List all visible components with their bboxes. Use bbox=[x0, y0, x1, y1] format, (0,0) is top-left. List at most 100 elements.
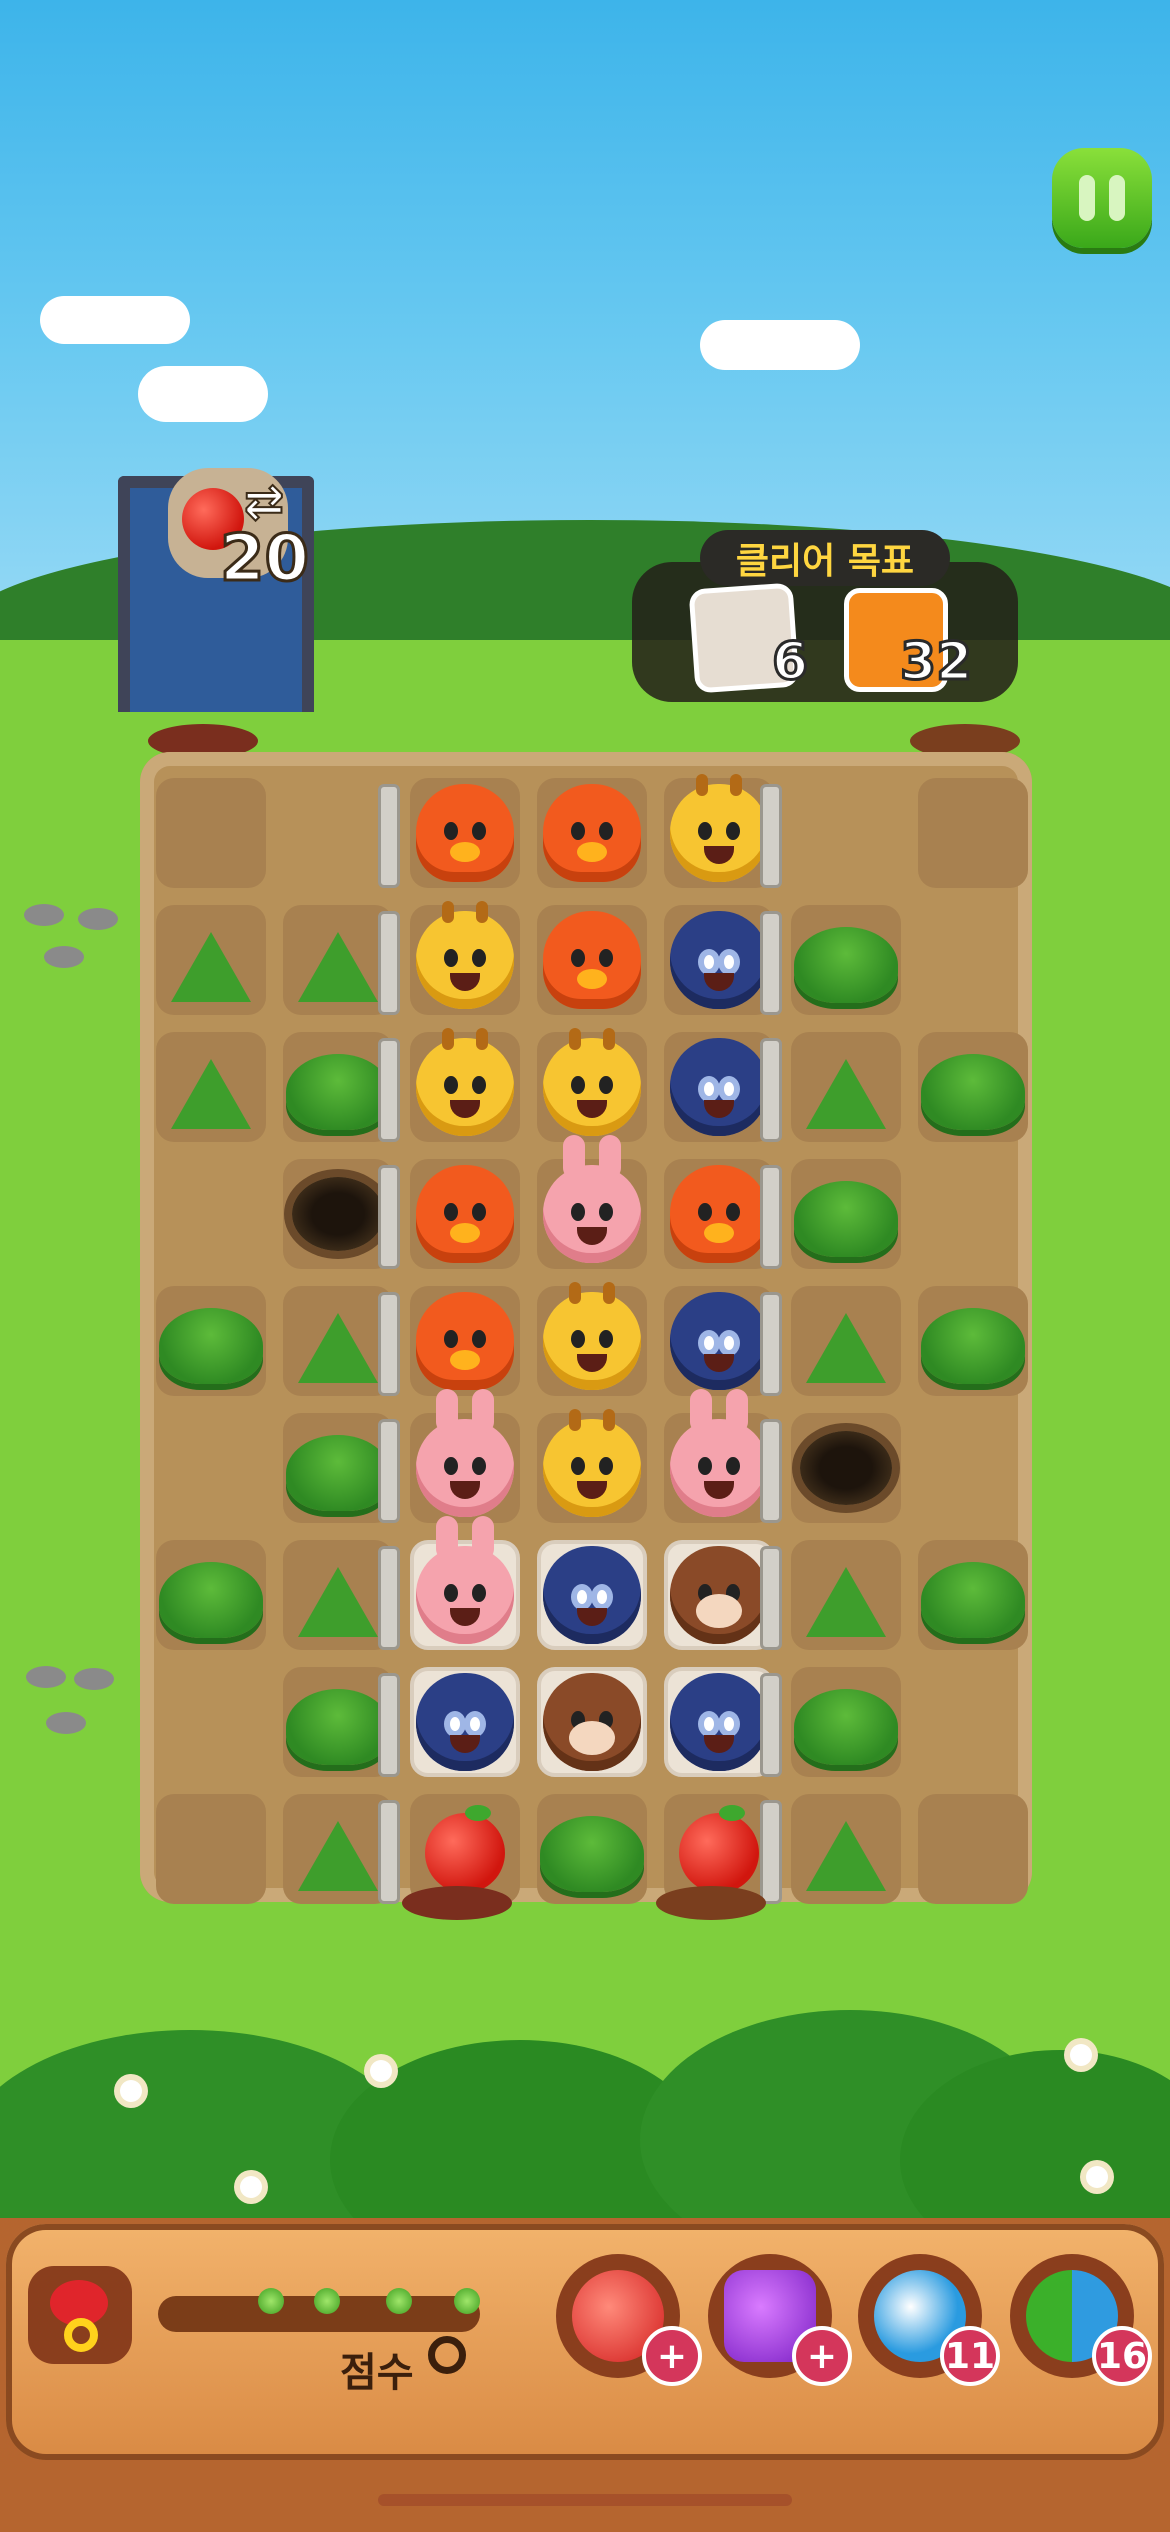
flower bbox=[120, 2080, 142, 2102]
board-tile[interactable] bbox=[537, 1667, 647, 1777]
progress-star bbox=[314, 2288, 340, 2314]
fence-post bbox=[378, 1419, 400, 1523]
board-tile bbox=[156, 1032, 266, 1142]
board-tile[interactable] bbox=[410, 1159, 520, 1269]
grass-tuft-icon bbox=[806, 1059, 886, 1129]
fruit-badge bbox=[28, 2266, 132, 2364]
fence-post bbox=[378, 1292, 400, 1396]
flower bbox=[1070, 2044, 1092, 2066]
board-tile bbox=[283, 1413, 393, 1523]
fence-post bbox=[760, 1546, 782, 1650]
board-tile[interactable] bbox=[410, 1516, 520, 1650]
board-tile[interactable] bbox=[664, 905, 774, 1015]
board-tile[interactable] bbox=[537, 1135, 647, 1269]
board-tile[interactable] bbox=[410, 1389, 520, 1523]
grass-tuft-icon bbox=[806, 1821, 886, 1891]
chicken-icon bbox=[416, 1292, 514, 1390]
giraffe-icon bbox=[416, 901, 514, 1009]
board-tile bbox=[156, 905, 266, 1015]
giraffe-icon bbox=[543, 1282, 641, 1390]
fence-post bbox=[378, 1038, 400, 1142]
board-tile[interactable] bbox=[664, 1159, 774, 1269]
grass-tuft-icon bbox=[806, 1567, 886, 1637]
pause-icon bbox=[1109, 175, 1125, 221]
rock bbox=[46, 1712, 86, 1734]
board-tile[interactable] bbox=[410, 1286, 520, 1396]
board-tile bbox=[283, 1159, 393, 1269]
grass-tuft-icon bbox=[298, 1313, 378, 1383]
board-tile[interactable] bbox=[537, 1028, 647, 1142]
board-tile[interactable] bbox=[664, 1286, 774, 1396]
board-tile[interactable] bbox=[537, 1540, 647, 1650]
board-tile bbox=[918, 1032, 1028, 1142]
chicken-icon bbox=[670, 1165, 768, 1263]
flower bbox=[370, 2060, 392, 2082]
board-tile bbox=[918, 1286, 1028, 1396]
goal-count-stone: 6 bbox=[770, 631, 809, 694]
board-tile bbox=[283, 1794, 393, 1904]
board-tile[interactable] bbox=[410, 1028, 520, 1142]
pause-icon bbox=[1079, 175, 1095, 221]
board-tile[interactable] bbox=[537, 1409, 647, 1523]
hammer-add-badge[interactable]: + bbox=[642, 2326, 702, 2386]
giraffe-icon bbox=[670, 774, 768, 882]
rock bbox=[24, 904, 64, 926]
board-tile bbox=[791, 1413, 901, 1523]
board-tile[interactable] bbox=[664, 1389, 774, 1523]
fence-post bbox=[760, 784, 782, 888]
board-tile[interactable] bbox=[664, 774, 774, 888]
board-tile[interactable] bbox=[537, 778, 647, 888]
bush-icon bbox=[921, 1562, 1025, 1638]
pause-button[interactable] bbox=[1052, 148, 1152, 248]
exit-pipe bbox=[402, 1886, 512, 1920]
hole-icon bbox=[292, 1177, 384, 1251]
wolf-icon bbox=[670, 1292, 768, 1390]
board-tile bbox=[156, 1540, 266, 1650]
board-tile bbox=[283, 1032, 393, 1142]
bush-icon bbox=[794, 927, 898, 1003]
board-tile bbox=[791, 905, 901, 1015]
fence-post bbox=[378, 784, 400, 888]
magic-hammer-add-badge[interactable]: + bbox=[792, 2326, 852, 2386]
board-tile[interactable] bbox=[410, 778, 520, 888]
board-tile[interactable] bbox=[537, 905, 647, 1015]
board-cell bbox=[156, 1794, 266, 1904]
rabbit-icon bbox=[543, 1135, 641, 1263]
board-tile bbox=[791, 1286, 901, 1396]
progress-star bbox=[386, 2288, 412, 2314]
swap-count: 16 bbox=[1092, 2326, 1152, 2386]
rock bbox=[74, 1668, 114, 1690]
score-progress-bar bbox=[158, 2288, 480, 2332]
board-tile[interactable] bbox=[664, 1032, 774, 1142]
board-tile bbox=[283, 1286, 393, 1396]
score-value bbox=[428, 2336, 466, 2374]
grass-tuft-icon bbox=[298, 1567, 378, 1637]
board-tile[interactable] bbox=[664, 1667, 774, 1777]
board-tile[interactable] bbox=[410, 901, 520, 1015]
fence-post bbox=[378, 911, 400, 1015]
shuffle-ball-count: 11 bbox=[940, 2326, 1000, 2386]
moves-counter: 20 bbox=[218, 521, 310, 598]
bush-icon bbox=[159, 1308, 263, 1384]
goal-title: 클리어 목표 bbox=[700, 530, 950, 586]
cloud bbox=[700, 320, 860, 370]
board-tile[interactable] bbox=[664, 1540, 774, 1650]
board-tile[interactable] bbox=[537, 1282, 647, 1396]
bush-icon bbox=[540, 1816, 644, 1892]
fence-post bbox=[378, 1673, 400, 1777]
rock bbox=[26, 1666, 66, 1688]
board-tile[interactable] bbox=[410, 1667, 520, 1777]
board-tile bbox=[283, 1667, 393, 1777]
board-tile bbox=[791, 1667, 901, 1777]
board-tile bbox=[918, 1540, 1028, 1650]
chicken-icon bbox=[543, 784, 641, 882]
wolf-icon bbox=[670, 911, 768, 1009]
board-tile bbox=[537, 1794, 647, 1904]
fence-post bbox=[760, 1292, 782, 1396]
fence-post bbox=[760, 1800, 782, 1904]
bear-icon bbox=[543, 1673, 641, 1771]
grass-tuft-icon bbox=[171, 932, 251, 1002]
bush-icon bbox=[794, 1689, 898, 1765]
fence-post bbox=[378, 1800, 400, 1904]
board-cell bbox=[918, 1794, 1028, 1904]
